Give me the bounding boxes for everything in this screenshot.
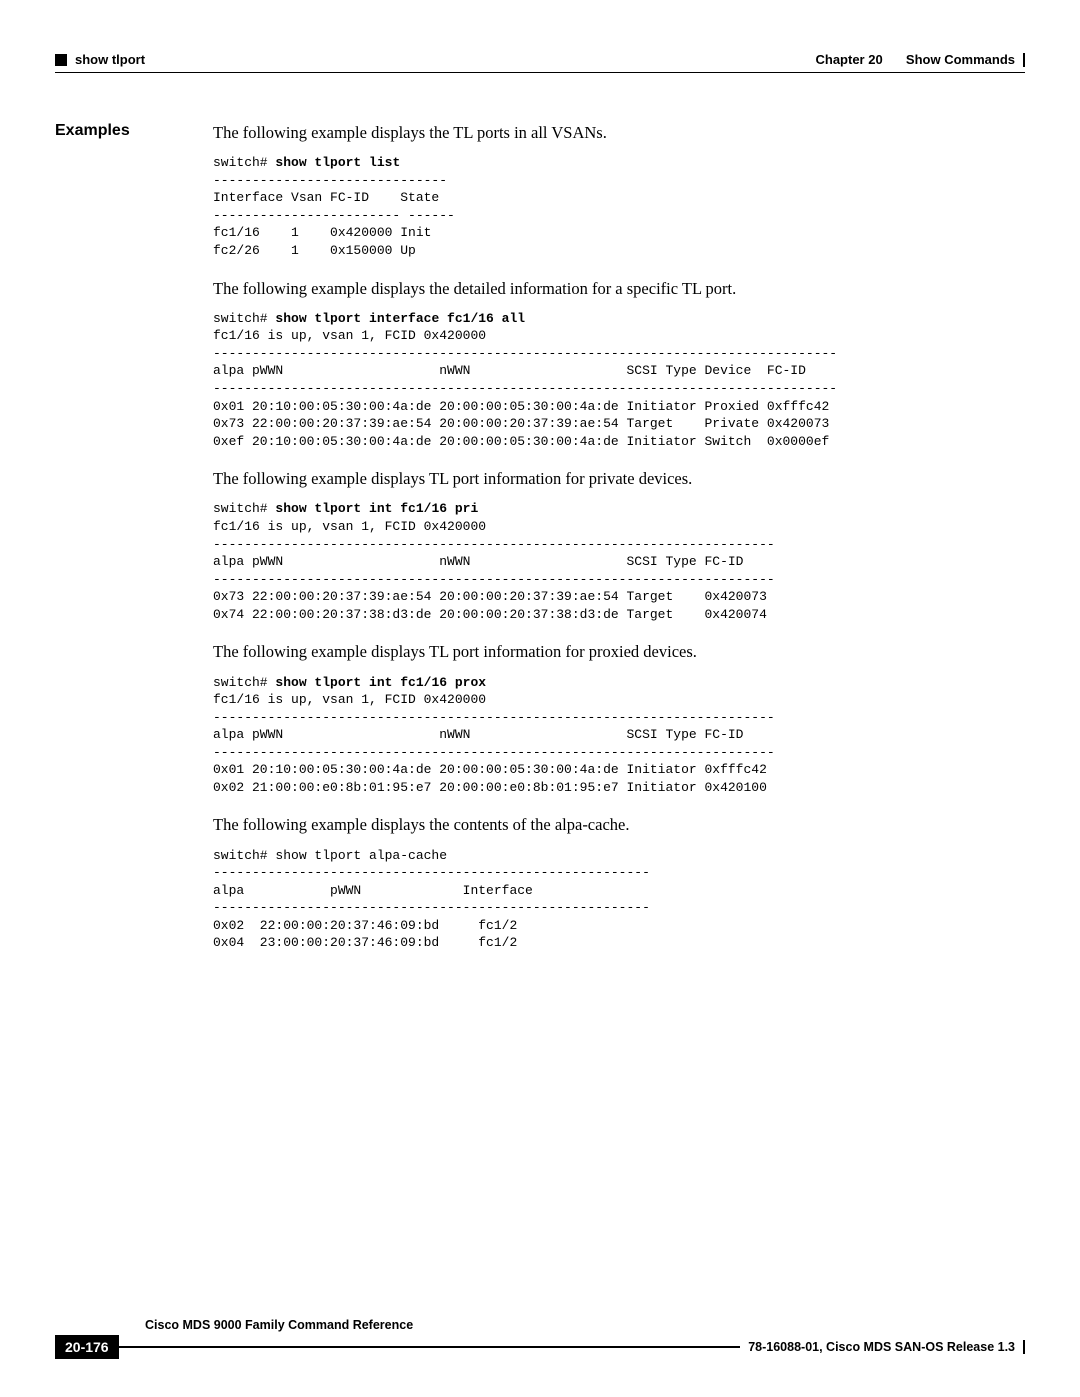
example2-body: fc1/16 is up, vsan 1, FCID 0x420000 ----… — [213, 328, 837, 448]
footer-bar: 20-176 78-16088-01, Cisco MDS SAN-OS Rel… — [55, 1335, 1025, 1359]
example2-prompt: switch# — [213, 311, 275, 326]
example1-body: ------------------------------ Interface… — [213, 173, 455, 258]
example5-body: switch# show tlport alpa-cache ---------… — [213, 848, 650, 951]
example2-cmd: show tlport interface fc1/16 all — [275, 311, 525, 326]
header-right: Chapter 20 Show Commands — [815, 52, 1025, 67]
content-area: Examples The following example displays … — [55, 122, 1025, 974]
header-marker-icon — [55, 54, 67, 66]
main-column: The following example displays the TL po… — [213, 122, 1025, 970]
footer-docid: 78-16088-01, Cisco MDS SAN-OS Release 1.… — [748, 1340, 1025, 1354]
example1-cmd: show tlport list — [275, 155, 400, 170]
example4-cmd: show tlport int fc1/16 prox — [275, 675, 486, 690]
example3-desc: The following example displays TL port i… — [213, 468, 1025, 490]
example3-code: switch# show tlport int fc1/16 pri fc1/1… — [213, 500, 1025, 623]
example4-code: switch# show tlport int fc1/16 prox fc1/… — [213, 674, 1025, 797]
example3-body: fc1/16 is up, vsan 1, FCID 0x420000 ----… — [213, 519, 775, 622]
example1-code: switch# show tlport list ---------------… — [213, 154, 1025, 259]
footer-docid-text: 78-16088-01, Cisco MDS SAN-OS Release 1.… — [748, 1340, 1015, 1354]
example2-code: switch# show tlport interface fc1/16 all… — [213, 310, 1025, 450]
header-bar-icon — [1023, 53, 1025, 67]
chapter-title: Show Commands — [906, 52, 1015, 67]
example2-desc: The following example displays the detai… — [213, 278, 1025, 300]
header-rule — [55, 72, 1025, 73]
example5-code: switch# show tlport alpa-cache ---------… — [213, 847, 1025, 952]
example4-prompt: switch# — [213, 675, 275, 690]
example4-body: fc1/16 is up, vsan 1, FCID 0x420000 ----… — [213, 692, 775, 795]
section-label: Examples — [55, 122, 165, 970]
header-left: show tlport — [55, 52, 145, 67]
chapter-divider — [891, 52, 898, 67]
example3-cmd: show tlport int fc1/16 pri — [275, 501, 478, 516]
examples-row: Examples The following example displays … — [55, 122, 1025, 970]
page-number-badge: 20-176 — [55, 1335, 119, 1359]
footer-book-title: Cisco MDS 9000 Family Command Reference — [55, 1318, 1025, 1332]
example1-desc: The following example displays the TL po… — [213, 122, 1025, 144]
example3-prompt: switch# — [213, 501, 275, 516]
chapter-number: Chapter 20 — [815, 52, 882, 67]
example5-desc: The following example displays the conte… — [213, 814, 1025, 836]
footer-rule — [119, 1346, 741, 1348]
example4-desc: The following example displays TL port i… — [213, 641, 1025, 663]
example1-prompt: switch# — [213, 155, 275, 170]
header-command-name: show tlport — [75, 52, 145, 67]
page-header: show tlport Chapter 20 Show Commands — [55, 52, 1025, 67]
page-footer: Cisco MDS 9000 Family Command Reference … — [55, 1318, 1025, 1359]
footer-bar-icon — [1023, 1340, 1025, 1354]
